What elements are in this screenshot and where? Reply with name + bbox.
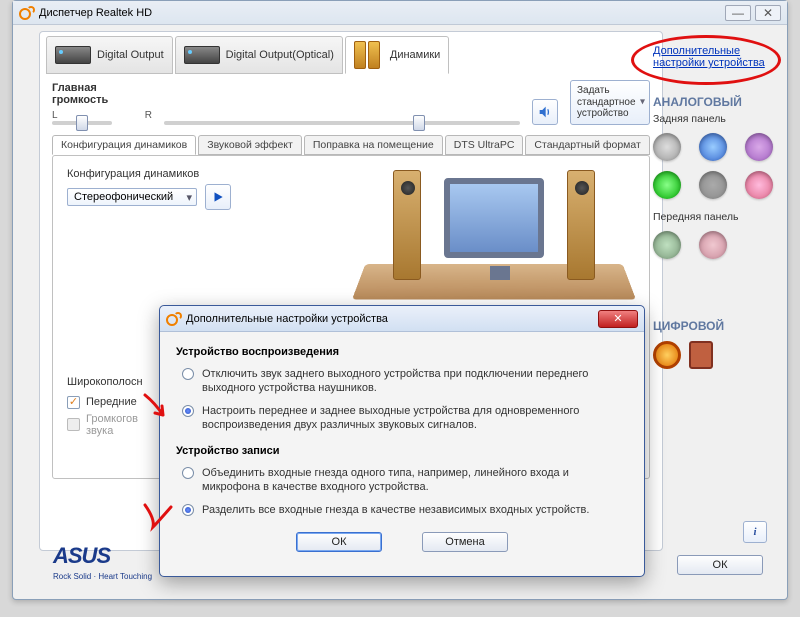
fullrange-label: Широкополосн: [67, 376, 143, 388]
set-default-device-dropdown[interactable]: Задать стандартное устройство: [570, 80, 650, 125]
checkbox-front[interactable]: [67, 396, 80, 409]
jack-blue[interactable]: [699, 133, 727, 161]
asus-logo: ASUS: [53, 543, 110, 569]
speaker-volume-icon: [19, 6, 33, 20]
digital-title: ЦИФРОВОЙ: [653, 319, 775, 333]
advanced-settings-dialog: Дополнительные настройки устройства ✕ Ус…: [159, 305, 645, 577]
radio-record-separate-label: Разделить все входные гнезда в качестве …: [202, 503, 589, 517]
rear-jacks: [653, 133, 775, 199]
dialog-title: Дополнительные настройки устройства: [186, 313, 388, 325]
tab-label: Digital Output(Optical): [226, 49, 334, 61]
advanced-settings-link[interactable]: Дополнительные настройки устройства: [653, 45, 775, 69]
radio-playback-mute-rear-label: Отключить звук заднего выходного устройс…: [202, 367, 628, 396]
jack-green[interactable]: [653, 171, 681, 199]
speaker-config-dropdown[interactable]: Стереофонический: [67, 188, 197, 206]
radio-record-combine-label: Объединить входные гнезда одного типа, н…: [202, 466, 628, 495]
asus-tagline: Rock Solid · Heart Touching: [53, 572, 152, 581]
titlebar: Диспетчер Realtek HD — ✕: [13, 1, 787, 25]
dialog-cancel-button[interactable]: Отмена: [422, 532, 508, 552]
tab-digital-output[interactable]: Digital Output: [46, 36, 173, 74]
play-icon: [211, 190, 225, 204]
right-panel: Дополнительные настройки устройства АНАЛ…: [653, 31, 775, 369]
slider-thumb[interactable]: [76, 115, 88, 131]
radio-playback-mute-rear[interactable]: [182, 368, 194, 380]
spdif-coax-icon[interactable]: [689, 341, 713, 369]
info-button[interactable]: i: [743, 521, 767, 543]
window-title: Диспетчер Realtek HD: [39, 7, 152, 19]
subtab-room-correction[interactable]: Поправка на помещение: [304, 135, 443, 155]
checkbox-front-label: Передние: [86, 396, 137, 408]
main-window: Диспетчер Realtek HD — ✕ Digital Output …: [12, 0, 788, 600]
device-tabs: Digital Output Digital Output(Optical) Д…: [40, 32, 662, 74]
spdif-optical-icon[interactable]: [653, 341, 681, 369]
sub-tabs: Конфигурация динамиков Звуковой эффект П…: [40, 135, 662, 155]
speakers-icon: [354, 41, 384, 69]
volume-icon: [537, 104, 553, 120]
subtab-speaker-config[interactable]: Конфигурация динамиков: [52, 135, 196, 155]
balance-slider[interactable]: [52, 121, 112, 125]
jack-black[interactable]: [699, 171, 727, 199]
rear-panel-label: Задняя панель: [653, 113, 775, 125]
test-play-button[interactable]: [205, 184, 231, 210]
master-volume-area: Главная громкость L R Задать стандартное…: [40, 74, 662, 135]
mute-button[interactable]: [532, 99, 558, 125]
jack-pink[interactable]: [745, 171, 773, 199]
front-jacks: [653, 231, 775, 259]
dialog-close-button[interactable]: ✕: [598, 310, 638, 328]
analog-title: АНАЛОГОВЫЙ: [653, 95, 775, 109]
device-rack-icon: [184, 46, 220, 64]
subtab-default-format[interactable]: Стандартный формат: [525, 135, 649, 155]
tab-speakers[interactable]: Динамики: [345, 36, 449, 74]
checkbox-subwoofer-label: Громкогов звука: [86, 413, 138, 437]
balance-left-label: L: [52, 110, 58, 121]
subtab-dts[interactable]: DTS UltraPC: [445, 135, 524, 155]
slider-thumb[interactable]: [413, 115, 425, 131]
minimize-button[interactable]: —: [725, 5, 751, 21]
dialog-titlebar: Дополнительные настройки устройства ✕: [160, 306, 644, 332]
checkbox-subwoofer: [67, 418, 80, 431]
jack-purple[interactable]: [745, 133, 773, 161]
playback-group-title: Устройство воспроизведения: [176, 346, 628, 358]
digital-outs: [653, 341, 775, 369]
subtab-sound-effect[interactable]: Звуковой эффект: [198, 135, 302, 155]
jack-grey[interactable]: [653, 133, 681, 161]
tab-digital-output-optical[interactable]: Digital Output(Optical): [175, 36, 343, 74]
radio-record-separate[interactable]: [182, 504, 194, 516]
balance-right-label: R: [145, 110, 152, 121]
record-group-title: Устройство записи: [176, 445, 628, 457]
close-button[interactable]: ✕: [755, 5, 781, 21]
jack-front-green[interactable]: [653, 231, 681, 259]
radio-record-combine[interactable]: [182, 467, 194, 479]
front-panel-label: Передняя панель: [653, 211, 775, 223]
speaker-scene-illustration: [359, 166, 629, 326]
tab-label: Динамики: [390, 49, 440, 61]
fullrange-speakers-group: Широкополосн Передние Громкогов звука: [67, 376, 143, 439]
dialog-ok-button[interactable]: ОК: [296, 532, 382, 552]
device-rack-icon: [55, 46, 91, 64]
speaker-volume-icon: [166, 312, 180, 326]
jack-front-pink[interactable]: [699, 231, 727, 259]
main-ok-button[interactable]: ОК: [677, 555, 763, 575]
tab-label: Digital Output: [97, 49, 164, 61]
volume-slider[interactable]: [164, 121, 520, 125]
master-volume-title: Главная громкость: [52, 82, 152, 106]
dialog-body: Устройство воспроизведения Отключить зву…: [160, 332, 644, 562]
radio-playback-multistream[interactable]: [182, 405, 194, 417]
radio-playback-multistream-label: Настроить переднее и заднее выходные уст…: [202, 404, 628, 433]
